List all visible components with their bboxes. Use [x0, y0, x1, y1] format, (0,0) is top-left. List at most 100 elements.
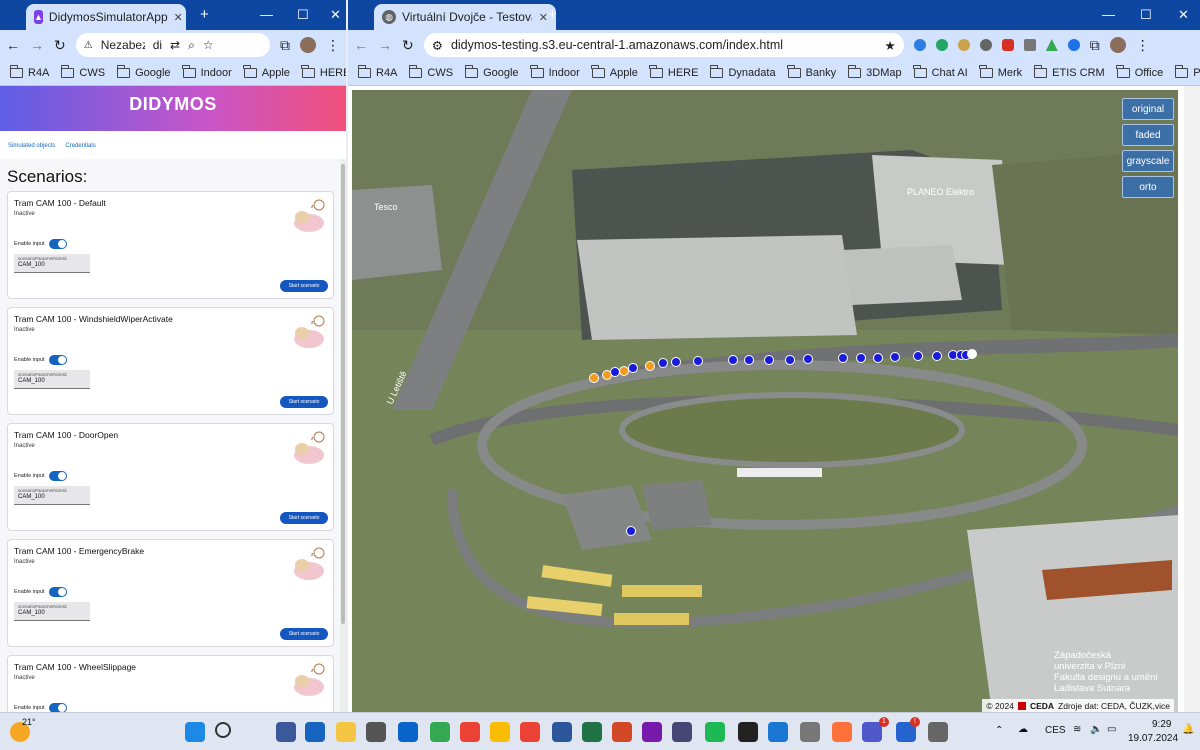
bookmark-merk[interactable]: Merk: [974, 62, 1028, 84]
vehicle-marker-warning[interactable]: [619, 366, 629, 376]
firefox-icon[interactable]: [832, 722, 852, 742]
weather-temp[interactable]: 21°: [22, 717, 36, 727]
file-explorer-icon[interactable]: [336, 722, 356, 742]
vehicle-marker-moving[interactable]: [803, 354, 813, 364]
vehicle-marker-moving[interactable]: [610, 367, 620, 377]
bookmark-office[interactable]: Office: [1111, 62, 1170, 84]
map-viewport[interactable]: Tesco PLANEO Elektro U Letiště Západočes…: [352, 90, 1178, 712]
bookmark-banky[interactable]: Banky: [782, 62, 843, 84]
scrollbar-thumb[interactable]: [341, 164, 345, 624]
bookmark-star-icon[interactable]: ☆: [203, 38, 214, 52]
bookmark-google[interactable]: Google: [459, 62, 524, 84]
close-tab-icon[interactable]: ✕: [174, 11, 183, 24]
battery-icon[interactable]: ▭: [1107, 724, 1116, 735]
onenote-icon[interactable]: [642, 722, 662, 742]
menu-icon[interactable]: ⋮: [326, 37, 340, 54]
nav-credentials[interactable]: Credentials: [65, 143, 95, 149]
chrome-red-icon[interactable]: [520, 722, 540, 742]
vehicle-marker-moving[interactable]: [628, 363, 638, 373]
extension-grammarly-icon[interactable]: [935, 39, 948, 51]
reload-icon[interactable]: ↻: [54, 37, 66, 54]
vehicle-marker-warning[interactable]: [589, 373, 599, 383]
bookmark-dynadata[interactable]: Dynadata: [704, 62, 781, 84]
nav-simulated-objects[interactable]: Simulated objects: [8, 143, 55, 149]
bookmark-etis-crm[interactable]: ETIS CRM: [1028, 62, 1111, 84]
vehicle-marker-moving[interactable]: [693, 356, 703, 366]
minimize-icon[interactable]: —: [260, 6, 273, 24]
vehicle-marker-moving[interactable]: [856, 353, 866, 363]
vehicle-marker-moving[interactable]: [838, 353, 848, 363]
app-dark-icon[interactable]: [738, 722, 758, 742]
chrome-profile-icon[interactable]: [460, 722, 480, 742]
bookmark-cws[interactable]: CWS: [55, 62, 111, 84]
vehicle-marker-moving[interactable]: [671, 357, 681, 367]
start-scenario-button[interactable]: Start scenario: [280, 512, 328, 524]
forward-icon[interactable]: →: [378, 37, 392, 53]
back-icon[interactable]: ←: [354, 37, 368, 53]
menu-icon[interactable]: ⋮: [1136, 37, 1150, 54]
outlook-icon[interactable]: [398, 722, 418, 742]
maximize-icon[interactable]: ☐: [1140, 6, 1152, 24]
site-info-icon[interactable]: ⚙: [432, 38, 443, 53]
tab-didymos-simulator[interactable]: ▲ DidymosSimulatorApp ✕: [26, 4, 186, 30]
vehicle-marker-moving[interactable]: [728, 355, 738, 365]
minimize-icon[interactable]: —: [1102, 6, 1115, 24]
bookmark-here[interactable]: HERE: [296, 62, 346, 84]
translate-icon[interactable]: ⇄: [170, 38, 180, 52]
vehicle-id-field[interactable]: scenarioParamVehicleId CAM_100: [14, 602, 90, 621]
layer-faded-button[interactable]: faded: [1122, 124, 1174, 146]
vehicle-marker-warning[interactable]: [645, 361, 655, 371]
layer-original-button[interactable]: original: [1122, 98, 1174, 120]
vehicle-id-field[interactable]: scenarioParamVehicleId CAM_100: [14, 486, 90, 505]
clock-date[interactable]: 19.07.2024: [1128, 733, 1178, 744]
close-window-icon[interactable]: ✕: [1178, 6, 1189, 24]
extension-red-icon[interactable]: [1001, 39, 1014, 51]
bookmark-chat-ai[interactable]: Chat AI: [908, 62, 974, 84]
bookmark-star-icon[interactable]: ★: [885, 38, 896, 53]
word-icon[interactable]: [552, 722, 572, 742]
layer-orto-button[interactable]: orto: [1122, 176, 1174, 198]
profile-avatar[interactable]: [1109, 37, 1126, 53]
zoom-icon[interactable]: ⌕: [188, 38, 195, 53]
tray-chevron-icon[interactable]: ⌃: [995, 725, 1003, 736]
vehicle-marker-moving[interactable]: [913, 351, 923, 361]
close-window-icon[interactable]: ✕: [330, 6, 341, 24]
scrollbar[interactable]: [340, 159, 346, 712]
extension-cookie-icon[interactable]: [957, 39, 970, 51]
start-scenario-button[interactable]: Start scenario: [280, 280, 328, 292]
vehicle-marker-moving[interactable]: [744, 355, 754, 365]
layer-grayscale-button[interactable]: grayscale: [1122, 150, 1174, 172]
spotify-icon[interactable]: [705, 722, 725, 742]
vehicle-marker-moving[interactable]: [932, 351, 942, 361]
enable-input-toggle[interactable]: [48, 587, 67, 597]
forward-icon[interactable]: →: [30, 37, 44, 53]
bookmark-indoor[interactable]: Indoor: [177, 62, 238, 84]
onedrive-icon[interactable]: ☁: [1018, 724, 1028, 735]
bookmark-apple[interactable]: Apple: [586, 62, 644, 84]
windows-start-icon[interactable]: [185, 722, 205, 742]
settings-icon[interactable]: [928, 722, 948, 742]
bookmark-cws[interactable]: CWS: [403, 62, 459, 84]
bookmark-r4a[interactable]: R4A: [352, 62, 403, 84]
volume-icon[interactable]: 🔈: [1090, 724, 1102, 735]
notification-bell-icon[interactable]: 🔔: [1182, 724, 1194, 735]
vehicle-marker-moving[interactable]: [764, 355, 774, 365]
page-scrollbar[interactable]: [1184, 86, 1200, 712]
new-tab-icon[interactable]: +: [548, 6, 557, 24]
back-icon[interactable]: ←: [6, 37, 20, 53]
chrome-alt-icon[interactable]: [490, 722, 510, 742]
powerpoint-icon[interactable]: [612, 722, 632, 742]
aerial-map[interactable]: Tesco PLANEO Elektro U Letiště Západočes…: [352, 90, 1178, 712]
enable-input-toggle[interactable]: [48, 355, 67, 365]
language-indicator[interactable]: CES: [1045, 725, 1066, 736]
search-icon[interactable]: [215, 722, 231, 738]
address-bar[interactable]: ⚠ Nezabezpečeno di ⇄ ⌕ ☆: [75, 33, 270, 57]
tab-virtual-twin[interactable]: ◍ Virtuální Dvojče - Testovací Apli ✕: [374, 4, 556, 30]
profile-avatar[interactable]: [300, 37, 316, 53]
bookmark-r4a[interactable]: R4A: [4, 62, 55, 84]
bookmark-here[interactable]: HERE: [644, 62, 705, 84]
close-tab-icon[interactable]: ✕: [539, 11, 548, 24]
vehicle-marker-moving[interactable]: [658, 358, 668, 368]
start-scenario-button[interactable]: Start scenario: [280, 628, 328, 640]
extension-gray-icon[interactable]: [979, 39, 992, 51]
